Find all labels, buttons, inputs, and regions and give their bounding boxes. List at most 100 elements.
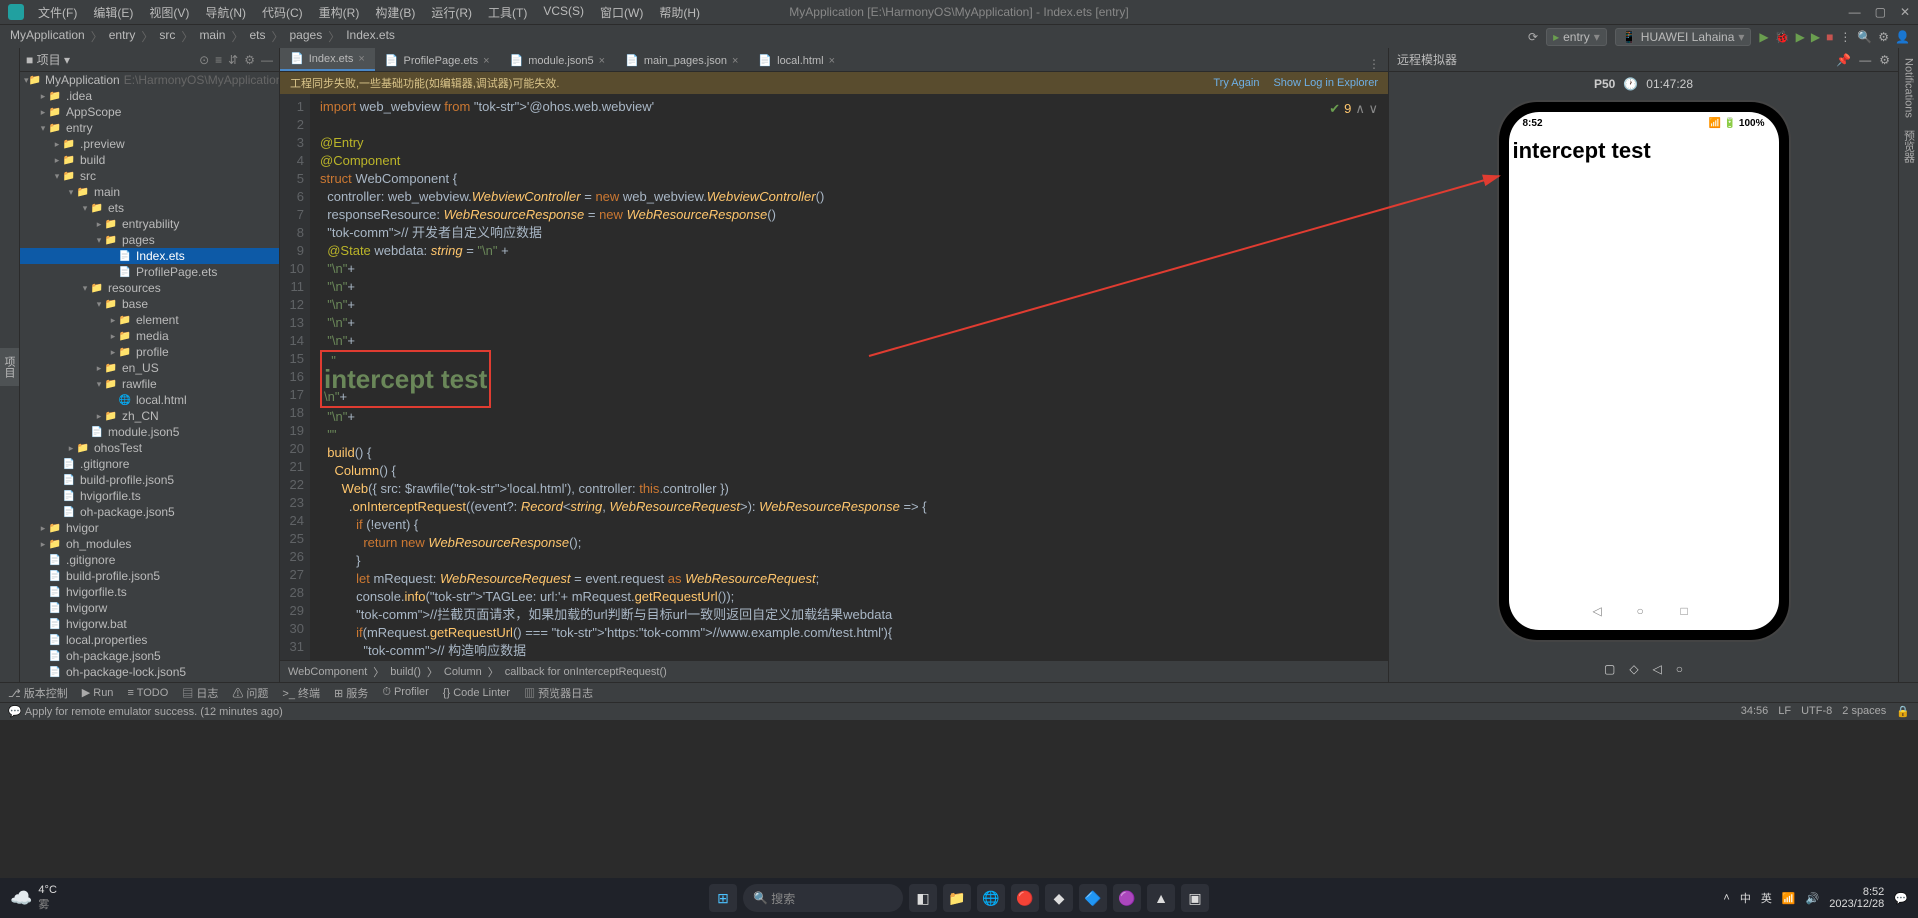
- menu-item[interactable]: 运行(R): [425, 4, 478, 21]
- tree-node[interactable]: 📄module.json5: [20, 424, 279, 440]
- system-tray[interactable]: ˄ 中 英 📶 🔊 8:522023/12/28 💬: [1723, 886, 1908, 910]
- tab-close-icon[interactable]: ×: [829, 55, 835, 67]
- bottom-tool[interactable]: ⏱ Profiler: [382, 686, 428, 699]
- struct-crumb[interactable]: Column: [444, 666, 482, 678]
- sync-icon[interactable]: ⟳: [1528, 30, 1538, 44]
- tree-node[interactable]: ▸📁AppScope: [20, 104, 279, 120]
- tree-node[interactable]: 📄oh-package-lock.json5: [20, 664, 279, 680]
- tab-overflow-icon[interactable]: ⋮: [1360, 57, 1388, 71]
- nav-home-icon[interactable]: ○: [1637, 604, 1651, 618]
- structure-breadcrumb[interactable]: WebComponent 〉 build() 〉 Column 〉 callba…: [280, 660, 1388, 682]
- editor-tab[interactable]: 📄main_pages.json×: [615, 50, 748, 71]
- tree-node[interactable]: 📄build-profile.json5: [20, 568, 279, 584]
- tree-node[interactable]: 📄oh-package.json5: [20, 504, 279, 520]
- status-field[interactable]: LF: [1778, 705, 1791, 718]
- devstudio-icon[interactable]: ◆: [1045, 884, 1073, 912]
- tree-node[interactable]: ▸📁hvigor: [20, 520, 279, 536]
- bottom-tool[interactable]: >_ 终端: [282, 685, 320, 701]
- tree-node[interactable]: ▸📁oh_modules: [20, 536, 279, 552]
- menu-item[interactable]: 帮助(H): [653, 4, 706, 21]
- bottom-tool[interactable]: ▥ 预览器日志: [524, 685, 593, 701]
- nav-back-icon[interactable]: ◁: [1593, 604, 1607, 618]
- tray-clock[interactable]: 8:522023/12/28: [1829, 886, 1884, 910]
- tree-node[interactable]: ▸📁.idea: [20, 88, 279, 104]
- bottom-tool[interactable]: ▤ 日志: [182, 685, 218, 701]
- gear-icon[interactable]: ⚙: [244, 53, 255, 67]
- tray-notifications-icon[interactable]: 💬: [1894, 892, 1908, 905]
- locate-icon[interactable]: ⊙: [199, 53, 209, 67]
- explorer-icon[interactable]: 📁: [943, 884, 971, 912]
- tree-node[interactable]: ▸📁zh_CN: [20, 408, 279, 424]
- menu-item[interactable]: 编辑(E): [87, 4, 139, 21]
- rail-project[interactable]: 项目: [0, 348, 19, 386]
- tree-node[interactable]: 📄hvigorfile.ts: [20, 488, 279, 504]
- tree-node[interactable]: 📄.gitignore: [20, 552, 279, 568]
- tree-node[interactable]: ▾📁resources: [20, 280, 279, 296]
- chrome-icon[interactable]: 🔴: [1011, 884, 1039, 912]
- struct-crumb[interactable]: WebComponent: [288, 666, 367, 678]
- taskbar-search[interactable]: 🔍 搜索: [743, 884, 903, 912]
- status-field[interactable]: 34:56: [1741, 705, 1769, 718]
- screenshot-icon[interactable]: ▢: [1604, 662, 1615, 676]
- tab-close-icon[interactable]: ×: [483, 55, 489, 67]
- banner-try-again[interactable]: Try Again: [1213, 77, 1259, 89]
- terminal-icon[interactable]: ▣: [1181, 884, 1209, 912]
- coverage-icon[interactable]: ▶: [1811, 30, 1820, 44]
- run-icon[interactable]: ▶: [1759, 30, 1768, 44]
- rail-notifications[interactable]: Notifications: [1901, 52, 1917, 124]
- home-icon[interactable]: ○: [1676, 662, 1683, 676]
- crumb[interactable]: entry: [107, 28, 138, 45]
- editor-tab[interactable]: 📄Index.ets×: [280, 48, 375, 71]
- menu-item[interactable]: VCS(S): [537, 4, 590, 21]
- tab-close-icon[interactable]: ×: [599, 55, 605, 67]
- tree-node[interactable]: ▸📁element: [20, 312, 279, 328]
- run-config-dropdown[interactable]: ▸entry▾: [1546, 28, 1607, 46]
- emulator-hide-icon[interactable]: —: [1859, 53, 1871, 67]
- phone-screen[interactable]: 8:52 📶 🔋 100% intercept test ◁ ○ □: [1509, 112, 1779, 630]
- source-code[interactable]: import web_webview from "tok-str">'@ohos…: [310, 94, 1388, 660]
- tree-node[interactable]: 📄Index.ets: [20, 248, 279, 264]
- taskview-icon[interactable]: ◧: [909, 884, 937, 912]
- search-icon[interactable]: 🔍: [1857, 30, 1872, 44]
- minimize-icon[interactable]: —: [1849, 5, 1861, 19]
- close-icon[interactable]: ✕: [1900, 5, 1910, 19]
- menu-item[interactable]: 重构(R): [313, 4, 366, 21]
- pin-icon[interactable]: 📌: [1836, 53, 1851, 67]
- tree-node[interactable]: ▾📁ets: [20, 200, 279, 216]
- bottom-tool[interactable]: ⎇ 版本控制: [8, 685, 68, 701]
- menu-item[interactable]: 视图(V): [143, 4, 195, 21]
- nav-recent-icon[interactable]: □: [1681, 604, 1695, 618]
- stop-icon[interactable]: ■: [1826, 30, 1833, 44]
- tree-node[interactable]: ▸📁.preview: [20, 136, 279, 152]
- tree-node[interactable]: ▾📁main: [20, 184, 279, 200]
- rail-previewer[interactable]: 预览器: [1899, 124, 1918, 169]
- problems-widget[interactable]: ✔9∧ ∨: [1329, 100, 1378, 118]
- rotate-icon[interactable]: ◇: [1629, 662, 1638, 676]
- editor-tab[interactable]: 📄ProfilePage.ets×: [375, 50, 500, 71]
- banner-show-log[interactable]: Show Log in Explorer: [1273, 77, 1378, 89]
- tree-node[interactable]: 📄.gitignore: [20, 456, 279, 472]
- tree-node[interactable]: 📄local.properties: [20, 632, 279, 648]
- tree-node[interactable]: ▾📁entry: [20, 120, 279, 136]
- menu-item[interactable]: 工具(T): [482, 4, 533, 21]
- tree-node[interactable]: 📄build-profile.json5: [20, 472, 279, 488]
- crumb[interactable]: ets: [247, 28, 267, 45]
- tree-node[interactable]: 🌐local.html: [20, 392, 279, 408]
- tree-node[interactable]: 📄hvigorfile.ts: [20, 584, 279, 600]
- hide-icon[interactable]: —: [261, 53, 273, 67]
- tree-node[interactable]: ▾📁base: [20, 296, 279, 312]
- bottom-tool[interactable]: ⊞ 服务: [334, 685, 368, 701]
- tree-node[interactable]: ▸📁media: [20, 328, 279, 344]
- menu-item[interactable]: 窗口(W): [594, 4, 649, 21]
- menu-item[interactable]: 代码(C): [256, 4, 309, 21]
- crumb[interactable]: pages: [288, 28, 325, 45]
- status-lock-icon[interactable]: 🔒: [1896, 705, 1910, 718]
- tab-close-icon[interactable]: ×: [358, 53, 364, 65]
- tab-close-icon[interactable]: ×: [732, 55, 738, 67]
- crumb[interactable]: src: [157, 28, 177, 45]
- menu-item[interactable]: 构建(B): [369, 4, 421, 21]
- tree-node[interactable]: ▾📁rawfile: [20, 376, 279, 392]
- status-field[interactable]: UTF-8: [1801, 705, 1832, 718]
- crumb[interactable]: MyApplication: [8, 28, 87, 45]
- vs-icon[interactable]: 🟣: [1113, 884, 1141, 912]
